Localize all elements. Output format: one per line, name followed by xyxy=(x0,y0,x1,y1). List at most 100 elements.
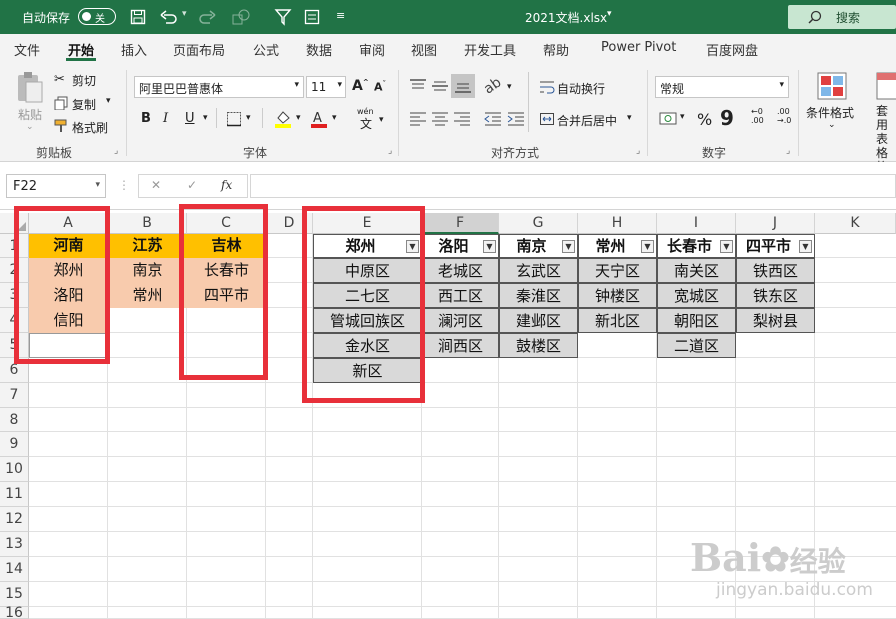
tab-data[interactable]: 数据 xyxy=(306,40,332,59)
table-cell-I[interactable]: 朝阳区 xyxy=(657,308,736,333)
table-cell-H[interactable]: 天宁区 xyxy=(578,258,657,283)
increase-font-icon[interactable]: A^ xyxy=(352,78,369,94)
customize-qat-icon[interactable]: ≡ xyxy=(336,9,345,22)
percent-button[interactable]: % xyxy=(697,110,712,129)
column-header-J[interactable]: J xyxy=(736,213,815,234)
table-cell-G[interactable]: 秦淮区 xyxy=(499,283,578,308)
undo-icon[interactable] xyxy=(160,9,178,25)
row-header-14[interactable]: 14 xyxy=(0,557,29,582)
accounting-dropdown-icon[interactable]: ▾ xyxy=(680,112,685,122)
cut-button[interactable]: 剪切 xyxy=(72,72,96,89)
orientation-icon[interactable]: ab xyxy=(481,74,504,97)
copy-dropdown-icon[interactable]: ▾ xyxy=(106,96,111,106)
table-cell-J[interactable]: 铁东区 xyxy=(736,283,815,308)
italic-button[interactable]: I xyxy=(163,111,168,126)
table-cell-G[interactable]: 建邺区 xyxy=(499,308,578,333)
merge-dropdown-icon[interactable]: ▾ xyxy=(627,113,632,123)
cell-b-header[interactable]: 江苏 xyxy=(108,234,187,258)
table-cell-F[interactable]: 老城区 xyxy=(422,258,499,283)
table-cell-H[interactable]: 新北区 xyxy=(578,308,657,333)
number-format-select[interactable]: 常规 ▾ xyxy=(655,76,789,98)
table-header-G[interactable]: 南京 ▼ xyxy=(499,234,578,258)
name-box[interactable]: F22 ▾ xyxy=(6,174,106,198)
increase-decimal-icon[interactable]: ←0.00 xyxy=(751,107,764,125)
row-header-8[interactable]: 8 xyxy=(0,408,29,432)
paste-button[interactable]: 粘贴 ⌄ xyxy=(12,70,48,132)
align-center-icon[interactable] xyxy=(431,111,449,127)
formula-input[interactable] xyxy=(250,174,896,198)
decrease-decimal-icon[interactable]: .00 →.0 xyxy=(777,107,791,125)
tab-file[interactable]: 文件 xyxy=(14,40,40,59)
phonetic-guide-button[interactable]: 文 xyxy=(360,115,372,132)
table-cell-F[interactable]: 涧西区 xyxy=(422,333,499,358)
filter-dropdown-icon[interactable]: ▼ xyxy=(483,240,496,253)
row-header-10[interactable]: 10 xyxy=(0,457,29,482)
row-header-13[interactable]: 13 xyxy=(0,532,29,557)
filter-icon[interactable] xyxy=(274,8,292,26)
phonetic-dropdown-icon[interactable]: ▾ xyxy=(379,115,384,125)
column-header-B[interactable]: B xyxy=(108,213,187,234)
comma-style-button[interactable]: 9 xyxy=(720,106,734,130)
table-header-I[interactable]: 长春市 ▼ xyxy=(657,234,736,258)
conditional-dropdown-icon[interactable]: ⌄ xyxy=(828,120,836,130)
cell-b-value[interactable]: 南京 xyxy=(108,258,187,283)
tab-baidu-netdisk[interactable]: 百度网盘 xyxy=(706,40,758,59)
accounting-format-icon[interactable] xyxy=(659,110,679,128)
align-left-icon[interactable] xyxy=(409,111,427,127)
column-header-K[interactable]: K xyxy=(815,213,896,234)
align-top-icon[interactable] xyxy=(409,78,427,94)
undo-dropdown-icon[interactable]: ▾ xyxy=(182,9,187,19)
column-header-F[interactable]: F xyxy=(422,213,499,234)
tab-power-pivot[interactable]: Power Pivot xyxy=(601,40,676,55)
table-header-J[interactable]: 四平市 ▼ xyxy=(736,234,815,258)
title-dropdown-icon[interactable]: ▾ xyxy=(607,9,612,19)
column-header-H[interactable]: H xyxy=(578,213,657,234)
align-right-icon[interactable] xyxy=(453,111,471,127)
row-header-12[interactable]: 12 xyxy=(0,507,29,532)
table-cell-H[interactable]: 钟楼区 xyxy=(578,283,657,308)
font-launcher-icon[interactable]: ⌟ xyxy=(388,146,392,156)
table-cell-G[interactable]: 玄武区 xyxy=(499,258,578,283)
insert-function-icon[interactable]: fx xyxy=(221,178,232,192)
number-launcher-icon[interactable]: ⌟ xyxy=(786,146,790,156)
font-size-select[interactable]: 11 ▾ xyxy=(306,76,346,98)
search-box[interactable]: 搜索 xyxy=(788,5,896,29)
clipboard-launcher-icon[interactable]: ⌟ xyxy=(114,146,118,156)
shapes-icon[interactable] xyxy=(232,9,250,25)
autosave-toggle[interactable]: 关 xyxy=(78,8,116,25)
fill-color-dropdown-icon[interactable]: ▾ xyxy=(296,113,301,123)
row-header-9[interactable]: 9 xyxy=(0,432,29,457)
font-name-select[interactable]: 阿里巴巴普惠体 ▾ xyxy=(134,76,304,98)
table-cell-F[interactable]: 澜河区 xyxy=(422,308,499,333)
row-header-16[interactable]: 16 xyxy=(0,606,29,619)
table-cell-I[interactable]: 宽城区 xyxy=(657,283,736,308)
fill-color-icon[interactable] xyxy=(274,109,292,129)
increase-indent-icon[interactable] xyxy=(507,111,525,127)
filter-dropdown-icon[interactable]: ▼ xyxy=(641,240,654,253)
tab-formulas[interactable]: 公式 xyxy=(253,40,279,59)
table-header-H[interactable]: 常州 ▼ xyxy=(578,234,657,258)
table-header-F[interactable]: 洛阳 ▼ xyxy=(422,234,499,258)
tab-home[interactable]: 开始 xyxy=(68,40,94,59)
bold-button[interactable]: B xyxy=(141,111,151,126)
column-header-I[interactable]: I xyxy=(657,213,736,234)
font-color-dropdown-icon[interactable]: ▾ xyxy=(332,113,337,123)
decrease-font-icon[interactable]: Aˇ xyxy=(374,80,386,94)
form-icon[interactable] xyxy=(304,9,320,25)
cell-b-value[interactable]: 常州 xyxy=(108,283,187,308)
borders-icon[interactable] xyxy=(226,111,242,127)
merge-center-button[interactable]: 合并后居中 xyxy=(557,112,617,129)
more-options-icon[interactable]: ⋮ xyxy=(118,178,130,192)
borders-dropdown-icon[interactable]: ▾ xyxy=(246,113,251,123)
table-cell-I[interactable]: 二道区 xyxy=(657,333,736,358)
wrap-text-button[interactable]: 自动换行 xyxy=(557,80,605,97)
tab-developer[interactable]: 开发工具 xyxy=(464,40,516,59)
enter-icon[interactable]: ✓ xyxy=(187,178,197,192)
font-color-icon[interactable]: A xyxy=(310,109,328,129)
table-cell-G[interactable]: 鼓楼区 xyxy=(499,333,578,358)
row-header-7[interactable]: 7 xyxy=(0,383,29,408)
tab-insert[interactable]: 插入 xyxy=(121,40,147,59)
row-header-15[interactable]: 15 xyxy=(0,582,29,607)
alignment-launcher-icon[interactable]: ⌟ xyxy=(636,146,640,156)
underline-dropdown-icon[interactable]: ▾ xyxy=(203,113,208,123)
